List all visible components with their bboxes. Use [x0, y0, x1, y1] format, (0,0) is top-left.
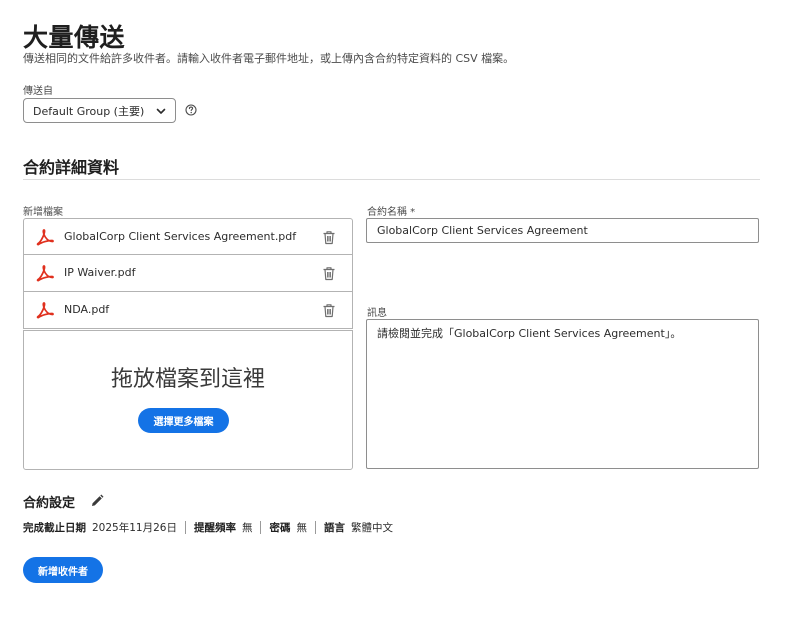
- file-name: IP Waiver.pdf: [64, 266, 136, 279]
- password-value: 無: [296, 522, 307, 534]
- sender-select-value: Default Group (主要): [33, 104, 145, 118]
- message-label: 訊息: [367, 308, 387, 319]
- file-row: GlobalCorp Client Services Agreement.pdf: [23, 218, 353, 255]
- file-list: GlobalCorp Client Services Agreement.pdf…: [23, 218, 353, 329]
- trash-icon[interactable]: [322, 266, 336, 281]
- message-textarea[interactable]: 請檢閱並完成「GlobalCorp Client Services Agreem…: [366, 319, 759, 469]
- section-title: 合約詳細資料: [23, 158, 120, 177]
- deadline-label: 完成截止日期: [23, 522, 86, 534]
- pdf-icon: [36, 302, 54, 319]
- settings-title: 合約設定: [23, 496, 76, 511]
- sender-label: 傳送自: [23, 86, 53, 97]
- file-row: IP Waiver.pdf: [23, 255, 353, 292]
- password-label: 密碼: [269, 522, 291, 534]
- separator: [260, 521, 262, 534]
- agreement-name-input[interactable]: GlobalCorp Client Services Agreement: [366, 218, 759, 243]
- file-name: NDA.pdf: [64, 303, 110, 316]
- sender-select[interactable]: Default Group (主要): [23, 98, 176, 123]
- file-row: NDA.pdf: [23, 292, 353, 329]
- reminder-label: 提醒頻率: [193, 522, 236, 534]
- pencil-icon[interactable]: [90, 494, 104, 508]
- agreement-name-label: 合約名稱 *: [367, 207, 416, 218]
- language-label: 語言: [323, 522, 345, 534]
- settings-summary: 完成截止日期 2025年11月26日 提醒頻率 無 密碼 無 語言 繁體中文: [23, 520, 393, 535]
- select-more-files-button[interactable]: 選擇更多檔案: [138, 408, 229, 433]
- page-title: 大量傳送: [23, 23, 126, 52]
- separator: [184, 521, 186, 534]
- chevron-down-icon: [156, 108, 166, 114]
- deadline-value: 2025年11月26日: [92, 522, 177, 534]
- help-icon[interactable]: [185, 104, 197, 116]
- section-divider: [23, 179, 760, 180]
- page-subtitle: 傳送相同的文件給許多收件者。請輸入收件者電子郵件地址，或上傳內含合約特定資料的 …: [23, 52, 515, 65]
- file-name: GlobalCorp Client Services Agreement.pdf: [64, 230, 297, 243]
- reminder-value: 無: [241, 522, 253, 534]
- trash-icon[interactable]: [322, 230, 336, 245]
- pdf-icon: [36, 229, 54, 246]
- language-value: 繁體中文: [350, 522, 393, 534]
- files-label: 新增檔案: [23, 207, 63, 218]
- trash-icon[interactable]: [322, 303, 336, 318]
- add-recipient-button[interactable]: 新增收件者: [23, 557, 103, 583]
- separator: [314, 521, 316, 534]
- pdf-icon: [36, 265, 54, 282]
- file-dropzone[interactable]: 拖放檔案到這裡 選擇更多檔案: [23, 330, 353, 470]
- dropzone-text: 拖放檔案到這裡: [110, 367, 265, 392]
